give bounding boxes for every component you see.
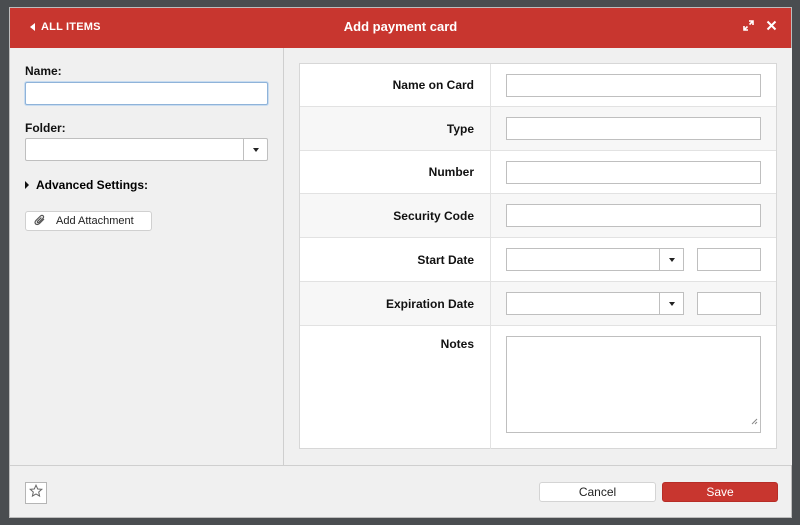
start-date-month-select[interactable] (506, 248, 684, 271)
start-date-year-input[interactable] (697, 248, 761, 271)
star-icon (28, 483, 44, 503)
save-button[interactable]: Save (662, 482, 778, 502)
name-input[interactable] (25, 82, 268, 105)
chevron-right-icon (25, 181, 29, 189)
form-row-security-code: Security Code (300, 194, 776, 238)
form-row-notes: Notes (300, 326, 776, 449)
folder-label: Folder: (25, 121, 66, 135)
form-row-expiration-date: Expiration Date (300, 282, 776, 326)
expand-icon[interactable] (743, 18, 754, 36)
expiration-date-month-select[interactable] (506, 292, 684, 315)
dialog-footer: Cancel Save (10, 465, 791, 517)
card-form: Name on Card Type Number Security Code S… (299, 63, 777, 449)
number-label: Number (428, 165, 474, 179)
chevron-down-icon (668, 257, 675, 262)
notes-label: Notes (440, 337, 474, 351)
favorite-button[interactable] (25, 482, 47, 504)
add-payment-card-dialog: ALL ITEMS Add payment card Name: Folder:… (9, 7, 792, 518)
dialog-title: Add payment card (343, 19, 458, 34)
expiration-date-label: Expiration Date (385, 297, 474, 311)
resize-grip-icon[interactable] (751, 412, 758, 430)
chevron-down-icon (668, 301, 675, 306)
left-pane: Name: Folder: Advanced Settings: Add Att… (10, 48, 284, 465)
name-label: Name: (25, 64, 62, 78)
cancel-button[interactable]: Cancel (539, 482, 656, 502)
close-icon[interactable] (766, 18, 777, 36)
name-on-card-label: Name on Card (392, 78, 474, 92)
type-input[interactable] (506, 117, 761, 140)
start-date-dropdown-button[interactable] (659, 249, 683, 270)
form-row-start-date: Start Date (300, 238, 776, 282)
add-attachment-label: Add Attachment (56, 215, 134, 227)
advanced-settings-label: Advanced Settings: (36, 178, 149, 192)
add-attachment-button[interactable]: Add Attachment (25, 211, 152, 231)
form-row-number: Number (300, 151, 776, 194)
start-date-label: Start Date (417, 253, 474, 267)
expiration-date-dropdown-button[interactable] (659, 293, 683, 314)
folder-select[interactable] (25, 138, 268, 161)
form-row-type: Type (300, 107, 776, 151)
number-input[interactable] (506, 161, 761, 184)
form-row-name-on-card: Name on Card (300, 64, 776, 107)
title-bar: ALL ITEMS Add payment card (10, 8, 791, 48)
security-code-input[interactable] (506, 204, 761, 227)
type-label: Type (446, 122, 474, 136)
expiration-date-year-input[interactable] (697, 292, 761, 315)
security-code-label: Security Code (393, 209, 474, 223)
notes-textarea[interactable] (506, 336, 761, 433)
right-pane: Name on Card Type Number Security Code S… (285, 48, 792, 465)
paperclip-icon (34, 214, 46, 229)
advanced-settings-toggle[interactable]: Advanced Settings: (25, 178, 148, 192)
chevron-down-icon (252, 147, 259, 152)
name-on-card-input[interactable] (506, 74, 761, 97)
folder-dropdown-button[interactable] (243, 139, 267, 160)
